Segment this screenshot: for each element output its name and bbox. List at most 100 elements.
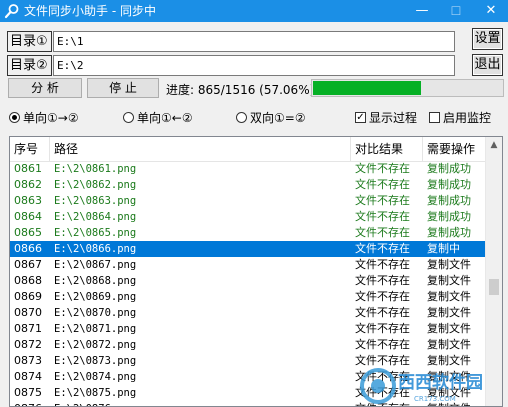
dir1-input[interactable]: E:\1 bbox=[53, 31, 455, 52]
cell-no: 0876 bbox=[10, 401, 42, 406]
cell-path: E:\2\0862.png bbox=[54, 179, 137, 191]
cell-action: 复制成功 bbox=[427, 210, 471, 223]
checkbox-indicator[interactable] bbox=[429, 112, 440, 123]
checkbox-label: 启用监控 bbox=[443, 111, 492, 125]
table-row[interactable]: 0862 E:\2\0862.png 文件不存在 复制成功 bbox=[10, 177, 486, 193]
table-row[interactable]: 0869 E:\2\0869.png 文件不存在 复制文件 bbox=[10, 289, 486, 305]
cell-no: 0868 bbox=[14, 274, 42, 287]
radio-label: 单向①←② bbox=[137, 111, 193, 125]
stop-button[interactable]: 停 止 bbox=[87, 78, 159, 98]
radio-two-way[interactable]: 双向①=② bbox=[236, 110, 306, 126]
table-row[interactable]: 0871 E:\2\0871.png 文件不存在 复制文件 bbox=[10, 321, 486, 337]
cell-result: 文件不存在 bbox=[355, 274, 410, 287]
radio-indicator[interactable] bbox=[236, 112, 247, 123]
table-row[interactable]: 0872 E:\2\0872.png 文件不存在 复制文件 bbox=[10, 337, 486, 353]
radio-one-way-right[interactable]: 单向①→② bbox=[9, 110, 79, 126]
radio-indicator[interactable] bbox=[9, 112, 20, 123]
checkbox-label: 显示过程 bbox=[369, 111, 418, 125]
cell-path: E:\2\0872.png bbox=[54, 339, 137, 351]
watermark-text: 西西软件园 bbox=[398, 372, 483, 393]
dir2-input[interactable]: E:\2 bbox=[53, 55, 455, 76]
cell-action: 复制成功 bbox=[427, 162, 471, 175]
cell-no: 0862 bbox=[14, 178, 42, 191]
cell-action: 复制中 bbox=[427, 242, 460, 255]
table-row[interactable]: 0861 E:\2\0861.png 文件不存在 复制成功 bbox=[10, 161, 486, 177]
list-header: 序号 路径 对比结果 需要操作 bbox=[10, 137, 486, 162]
dir2-label: 目录② bbox=[7, 55, 52, 76]
progress-fill bbox=[313, 81, 421, 95]
cell-no: 0866 bbox=[14, 242, 42, 255]
cell-action: 复制文件 bbox=[427, 306, 471, 319]
cell-result: 文件不存在 bbox=[355, 322, 410, 335]
analyze-button[interactable]: 分 析 bbox=[8, 78, 82, 98]
show-process-checkbox[interactable]: ✓ 显示过程 bbox=[355, 110, 417, 126]
cell-no: 0875 bbox=[14, 386, 42, 399]
watermark-logo: 西西软件园 CR173.COM bbox=[360, 368, 483, 404]
column-header-path[interactable]: 路径 bbox=[50, 137, 351, 161]
cell-path: E:\2\0874.png bbox=[54, 371, 137, 383]
cell-action: 复制成功 bbox=[427, 178, 471, 191]
maximize-button[interactable]: ☐ bbox=[439, 0, 473, 22]
table-row[interactable]: 0866 E:\2\0866.png 文件不存在 复制中 bbox=[10, 241, 486, 257]
table-row[interactable]: 0863 E:\2\0863.png 文件不存在 复制成功 bbox=[10, 193, 486, 209]
radio-label: 单向①→② bbox=[23, 111, 79, 125]
title-bar: 文件同步小助手 - 同步中 — ☐ ✕ bbox=[0, 0, 508, 22]
table-row[interactable]: 0867 E:\2\0867.png 文件不存在 复制文件 bbox=[10, 257, 486, 273]
table-row[interactable]: 0868 E:\2\0868.png 文件不存在 复制文件 bbox=[10, 273, 486, 289]
scroll-thumb[interactable] bbox=[489, 278, 499, 295]
progress-bar bbox=[311, 79, 504, 97]
cell-result: 文件不存在 bbox=[355, 226, 410, 239]
cell-no: 0869 bbox=[14, 290, 42, 303]
cell-path: E:\2\0875.png bbox=[54, 387, 137, 399]
cell-path: E:\2\0863.png bbox=[54, 195, 137, 207]
cell-no: 0867 bbox=[14, 258, 42, 271]
magnifier-app-icon bbox=[4, 4, 19, 19]
cell-action: 复制成功 bbox=[427, 194, 471, 207]
window-title: 文件同步小助手 - 同步中 bbox=[24, 4, 156, 18]
cell-result: 文件不存在 bbox=[355, 194, 410, 207]
cell-action: 复制文件 bbox=[427, 338, 471, 351]
scroll-up-arrow-icon[interactable]: ▲ bbox=[486, 137, 502, 154]
cell-action: 复制文件 bbox=[427, 322, 471, 335]
enable-monitor-checkbox[interactable]: 启用监控 bbox=[429, 110, 491, 126]
cell-path: E:\2\0867.png bbox=[54, 259, 137, 271]
cell-path: E:\2\0864.png bbox=[54, 211, 137, 223]
cell-result: 文件不存在 bbox=[355, 338, 410, 351]
table-row[interactable]: 0870 E:\2\0870.png 文件不存在 复制文件 bbox=[10, 305, 486, 321]
cell-path: E:\2\0868.png bbox=[54, 275, 137, 287]
cell-no: 0872 bbox=[14, 338, 42, 351]
cell-result: 文件不存在 bbox=[355, 290, 410, 303]
cell-no: 0864 bbox=[14, 210, 42, 223]
cell-result: 文件不存在 bbox=[355, 306, 410, 319]
column-header-no[interactable]: 序号 bbox=[10, 137, 50, 161]
cell-path: E:\2\0865.png bbox=[54, 227, 137, 239]
cell-path: E:\2\0861.png bbox=[54, 163, 137, 175]
cell-result: 文件不存在 bbox=[355, 258, 410, 271]
cell-result: 文件不存在 bbox=[355, 242, 410, 255]
checkbox-indicator[interactable]: ✓ bbox=[355, 112, 366, 123]
cell-path: E:\2\0873.png bbox=[54, 355, 137, 367]
exit-button[interactable]: 退出 bbox=[472, 54, 503, 76]
cell-action: 复制文件 bbox=[427, 274, 471, 287]
settings-button[interactable]: 设置 bbox=[472, 28, 503, 50]
cell-path: E:\2\0866.png bbox=[54, 243, 137, 255]
radio-one-way-left[interactable]: 单向①←② bbox=[123, 110, 193, 126]
dir1-label: 目录① bbox=[7, 31, 52, 52]
minimize-button[interactable]: — bbox=[405, 0, 439, 22]
cell-no: 0863 bbox=[14, 194, 42, 207]
cell-path: E:\2\0869.png bbox=[54, 291, 137, 303]
cell-result: 文件不存在 bbox=[355, 210, 410, 223]
cell-path: E:\2\0871.png bbox=[54, 323, 137, 335]
table-row[interactable]: 0865 E:\2\0865.png 文件不存在 复制成功 bbox=[10, 225, 486, 241]
close-button[interactable]: ✕ bbox=[474, 0, 508, 22]
column-header-result[interactable]: 对比结果 bbox=[351, 137, 423, 161]
cell-no: 0873 bbox=[14, 354, 42, 367]
cell-result: 文件不存在 bbox=[355, 178, 410, 191]
column-header-action[interactable]: 需要操作 bbox=[423, 137, 486, 161]
cell-path: E:\2\0876.png bbox=[50, 401, 136, 406]
cell-result: 文件不存在 bbox=[355, 162, 410, 175]
cell-action: 复制文件 bbox=[427, 290, 471, 303]
table-row[interactable]: 0864 E:\2\0864.png 文件不存在 复制成功 bbox=[10, 209, 486, 225]
radio-indicator[interactable] bbox=[123, 112, 134, 123]
cell-action: 复制文件 bbox=[427, 258, 471, 271]
